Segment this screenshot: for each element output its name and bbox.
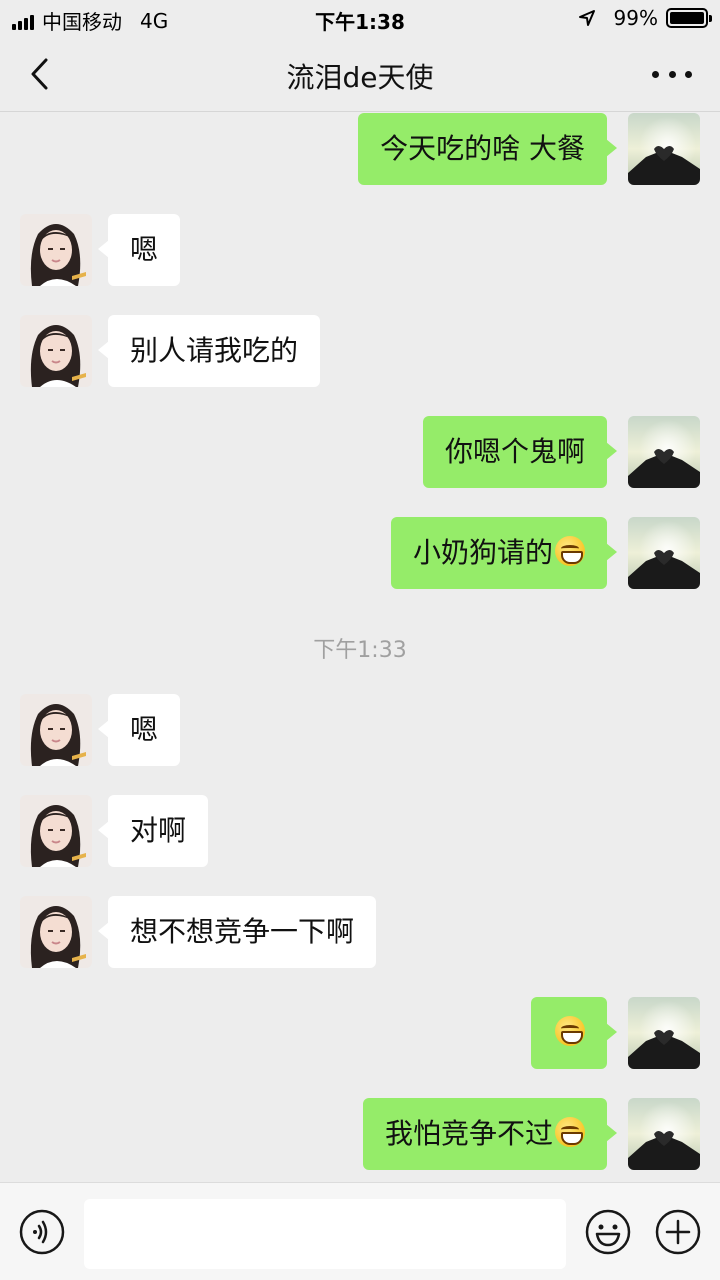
- message-text: 嗯: [130, 233, 159, 266]
- message-text: 嗯: [130, 713, 159, 746]
- contact-avatar[interactable]: [20, 694, 92, 766]
- message-timestamp: 下午1:33: [313, 638, 407, 663]
- message-bubble[interactable]: [531, 997, 617, 1069]
- message-input[interactable]: [84, 1199, 566, 1269]
- voice-icon[interactable]: [18, 1208, 66, 1256]
- chat-title: 流泪de天使: [286, 61, 434, 94]
- more-dot: [668, 70, 676, 78]
- message-bubble[interactable]: 你嗯个鬼啊: [422, 416, 618, 488]
- message-text: 别人请我吃的: [130, 334, 299, 367]
- message-bubble[interactable]: 别人请我吃的: [97, 315, 321, 387]
- message-bubble[interactable]: 我怕竞争不过: [362, 1098, 618, 1170]
- battery-percent: 99%: [613, 6, 658, 30]
- contact-avatar[interactable]: [20, 795, 92, 867]
- battery-fill: [670, 12, 704, 24]
- grin-emoji-icon: [555, 1016, 585, 1046]
- contact-avatar[interactable]: [20, 315, 92, 387]
- message-row: 我怕竞争不过: [0, 1098, 720, 1170]
- contact-avatar[interactable]: [20, 896, 92, 968]
- message-bubble[interactable]: 今天吃的啥 大餐: [358, 113, 617, 185]
- grin-emoji-icon: [555, 536, 585, 566]
- contact-avatar[interactable]: [20, 214, 92, 286]
- my-avatar[interactable]: [628, 517, 700, 589]
- status-bar: 中国移动 4G 下午1:38 99%: [0, 0, 720, 36]
- message-bubble[interactable]: 对啊: [97, 795, 209, 867]
- message-text: 小奶狗请的: [412, 536, 553, 569]
- nav-bar: 流泪de天使: [0, 36, 720, 112]
- message-text: 对啊: [130, 814, 187, 847]
- more-dot: [652, 70, 659, 78]
- message-row: [0, 997, 720, 1069]
- my-avatar[interactable]: [628, 1098, 700, 1170]
- message-row: 你嗯个鬼啊: [0, 416, 720, 488]
- message-row: 嗯: [0, 694, 720, 766]
- input-bar: [0, 1182, 720, 1280]
- message-bubble[interactable]: 嗯: [97, 694, 181, 766]
- location-arrow-icon: [578, 10, 595, 26]
- status-right: 99%: [578, 6, 712, 30]
- message-bubble[interactable]: 小奶狗请的: [390, 517, 618, 589]
- emoji-icon[interactable]: [584, 1208, 632, 1256]
- more-dot: [685, 70, 692, 78]
- my-avatar[interactable]: [628, 997, 700, 1069]
- message-text: 我怕竞争不过: [384, 1117, 553, 1150]
- message-row: 小奶狗请的: [0, 517, 720, 589]
- message-row: 今天吃的啥 大餐: [0, 113, 720, 185]
- message-row: 嗯: [0, 214, 720, 286]
- message-row: 想不想竞争一下啊: [0, 896, 720, 968]
- my-avatar[interactable]: [628, 416, 700, 488]
- message-text: 你嗯个鬼啊: [444, 435, 585, 468]
- more-button[interactable]: [652, 62, 692, 86]
- battery-icon: [666, 8, 712, 28]
- message-text: 想不想竞争一下啊: [130, 915, 355, 948]
- message-bubble[interactable]: 嗯: [97, 214, 181, 286]
- message-row: 对啊: [0, 795, 720, 867]
- message-row: 别人请我吃的: [0, 315, 720, 387]
- message-text: 今天吃的啥 大餐: [380, 132, 585, 165]
- my-avatar[interactable]: [628, 113, 700, 185]
- message-bubble[interactable]: 想不想竞争一下啊: [97, 896, 377, 968]
- plus-icon[interactable]: [654, 1208, 702, 1256]
- grin-emoji-icon: [555, 1117, 585, 1147]
